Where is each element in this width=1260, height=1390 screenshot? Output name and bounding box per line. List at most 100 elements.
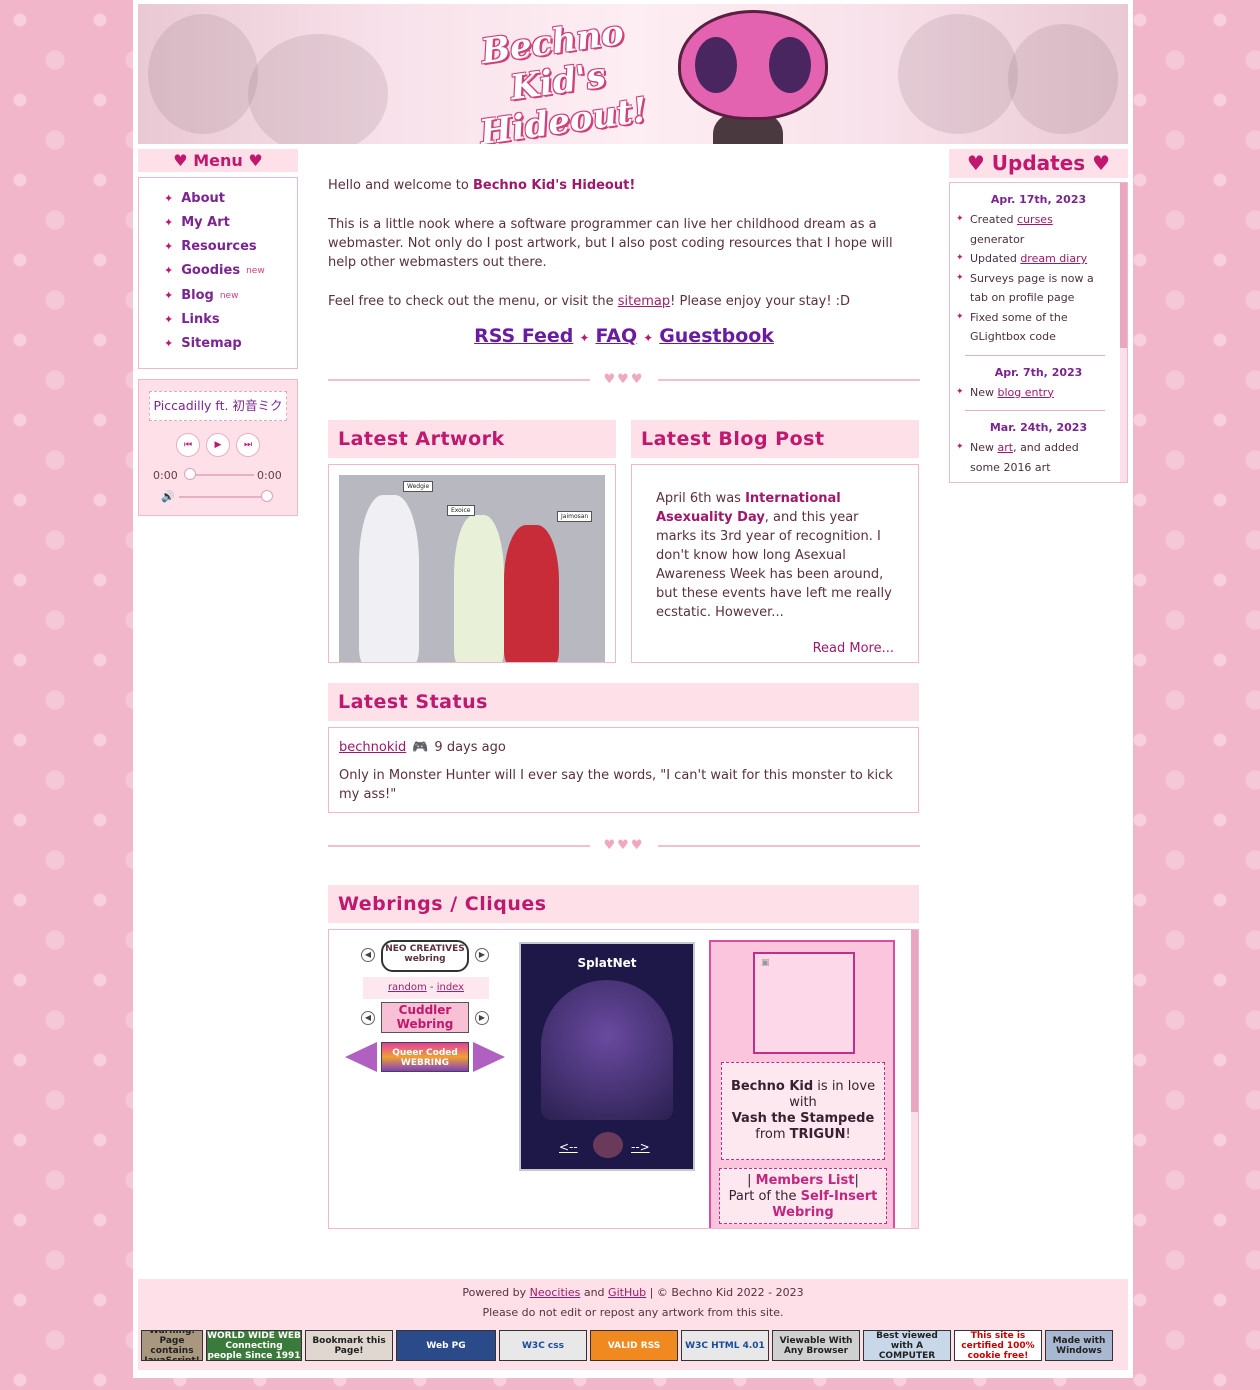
webring-random-link[interactable]: random: [388, 982, 427, 993]
members-list-link[interactable]: Members List: [756, 1173, 855, 1188]
update-link[interactable]: dream diary: [1020, 252, 1087, 265]
mascot-head: [678, 10, 828, 120]
splatnet-next-link[interactable]: -->: [631, 1140, 650, 1154]
menu-item-label: Blog: [181, 288, 214, 303]
footer-text: Powered by: [462, 1286, 530, 1299]
volume-bar[interactable]: [179, 496, 269, 498]
menu: ✦ About ✦ My Art ✦ Resources ✦ Goodies new ✦ Blog n…: [138, 177, 298, 369]
queer-coded-prev-button[interactable]: [345, 1042, 377, 1072]
menu-item-sitemap[interactable]: ✦ Sitemap: [164, 336, 242, 351]
arrow-right-icon: ▶: [478, 950, 486, 959]
site-banner[interactable]: Bechno Kid's Hideout!: [138, 4, 1128, 144]
arrow-right-icon: ▶: [478, 1013, 486, 1022]
menu-item-about[interactable]: ✦ About: [164, 191, 225, 206]
new-badge: new: [246, 265, 265, 276]
intro-paragraph: This is a little nook where a software p…: [328, 217, 893, 270]
star-icon: ✦: [164, 240, 174, 253]
art-tag: Jaimosan: [557, 511, 593, 522]
faq-link[interactable]: FAQ: [595, 325, 637, 347]
update-date: Mar. 24th, 2023: [989, 421, 1088, 434]
star-icon: ✦: [164, 289, 174, 302]
banner-character-art: [248, 34, 388, 144]
star-icon: ✦: [164, 264, 174, 277]
new-badge: new: [219, 290, 239, 301]
read-more-link[interactable]: Read More...: [813, 641, 894, 656]
webring-prev-button[interactable]: ◀: [361, 948, 375, 962]
badge-9[interactable]: Best viewed with A COMPUTER: [863, 1330, 951, 1361]
star-icon: ✦: [164, 337, 174, 350]
divider-line: [328, 379, 590, 381]
rss-feed-link[interactable]: RSS Feed: [474, 325, 573, 347]
cuddler-webring[interactable]: Cuddler Webring: [381, 1002, 469, 1033]
greeting-text: Hello and welcome to: [328, 178, 473, 193]
github-link[interactable]: GitHub: [608, 1286, 646, 1299]
banner-character-art: [1008, 24, 1118, 134]
update-text: Fixed some of the GLightbox code: [970, 310, 1068, 344]
self-insert-text: Bechno Kid is in love with Vash the Stam…: [721, 1062, 885, 1160]
status-user-link[interactable]: bechnokid: [339, 740, 406, 755]
menu-item-label: Resources: [181, 239, 257, 254]
star-icon: ✦: [164, 216, 174, 229]
splatnet-prev-link[interactable]: <--: [559, 1140, 578, 1154]
update-link[interactable]: curses: [1017, 213, 1053, 226]
menu-item-my-art[interactable]: ✦ My Art: [164, 215, 230, 230]
intro-text: Hello and welcome to Bechno Kid's Hideou…: [328, 176, 920, 331]
seek-handle[interactable]: [184, 468, 196, 480]
character-figure: [359, 495, 419, 662]
badge-6[interactable]: VALID RSS: [590, 1330, 678, 1361]
badge-11[interactable]: Made with Windows: [1045, 1330, 1113, 1361]
updates-scroll-thumb[interactable]: [1120, 183, 1127, 348]
neo-creatives-webring[interactable]: NEO CREATIVES webring: [381, 940, 469, 972]
queer-coded-webring[interactable]: Queer Coded WEBRING: [381, 1042, 469, 1072]
webrings-heading: Webrings / Cliques: [328, 885, 919, 923]
quick-links: RSS Feed ✦ FAQ ✦ Guestbook: [328, 325, 920, 347]
badge-4[interactable]: Web PG: [396, 1330, 496, 1361]
neocities-link[interactable]: Neocities: [530, 1286, 581, 1299]
seek-bar[interactable]: [186, 474, 254, 476]
sitemap-link[interactable]: sitemap: [618, 294, 670, 309]
webrings-scroll-thumb[interactable]: [911, 930, 918, 1112]
badge-8[interactable]: Viewable With Any Browser: [772, 1330, 860, 1361]
badge-5[interactable]: W3C css: [499, 1330, 587, 1361]
self-insert-character: Vash the Stampede: [731, 1111, 875, 1126]
update-date: Apr. 7th, 2023: [994, 365, 1083, 379]
menu-item-resources[interactable]: ✦ Resources: [164, 239, 257, 254]
cuddler-next-button[interactable]: ▶: [475, 1011, 489, 1025]
banner-character-art: [898, 14, 1018, 134]
latest-status-panel: bechnokid 🎮 9 days ago Only in Monster H…: [328, 727, 919, 813]
latest-status-heading: Latest Status: [328, 683, 919, 721]
next-track-button[interactable]: ⏭: [236, 433, 260, 457]
badge-2[interactable]: WORLD WIDE WEB Connecting people Since 1…: [206, 1330, 302, 1361]
self-insert-links: | Members List| Part of the Self-Insert …: [719, 1168, 887, 1224]
star-icon: ✦: [164, 192, 174, 205]
art-tag: Exoice: [447, 505, 475, 516]
cuddler-prev-button[interactable]: ◀: [361, 1011, 375, 1025]
latest-artwork-image[interactable]: Wedgie Exoice Jaimosan: [339, 475, 605, 662]
self-insert-webring: ▣ Bechno Kid is in love with Vash the St…: [709, 940, 895, 1228]
webring-index-link[interactable]: index: [437, 982, 464, 993]
volume-icon[interactable]: 🔊: [161, 490, 175, 503]
menu-item-goodies[interactable]: ✦ Goodies new: [164, 263, 265, 278]
badge-10[interactable]: This site is certified 100% cookie free!: [954, 1330, 1042, 1361]
splatnet-image[interactable]: [541, 980, 673, 1120]
gamepad-icon: 🎮: [412, 740, 429, 755]
music-player: Piccadilly ft. 初音ミク ⏮ ▶ ⏭ 0:00 0:00 🔊: [138, 379, 298, 516]
webring-links: random - index: [363, 977, 489, 999]
menu-item-blog[interactable]: ✦ Blog new: [164, 288, 238, 303]
badge-3[interactable]: Bookmark this Page!: [305, 1330, 393, 1361]
volume-handle[interactable]: [261, 490, 273, 502]
status-time: 9 days ago: [434, 740, 506, 755]
badge-7[interactable]: W3C HTML 4.01: [681, 1330, 769, 1361]
menu-item-links[interactable]: ✦ Links: [164, 312, 220, 327]
status-message: Only in Monster Hunter will I ever say t…: [339, 768, 893, 802]
previous-track-button[interactable]: ⏮: [176, 433, 200, 457]
splatnet-title: SplatNet: [577, 956, 637, 970]
guestbook-link[interactable]: Guestbook: [659, 325, 774, 347]
queer-coded-next-button[interactable]: [473, 1042, 505, 1072]
update-link[interactable]: blog entry: [998, 386, 1054, 399]
update-link[interactable]: art: [998, 441, 1014, 454]
star-icon: ✦: [643, 331, 654, 345]
play-button[interactable]: ▶: [206, 433, 230, 457]
badge-1[interactable]: Warning: Page contains JavaScript!: [141, 1330, 203, 1361]
webring-next-button[interactable]: ▶: [475, 948, 489, 962]
